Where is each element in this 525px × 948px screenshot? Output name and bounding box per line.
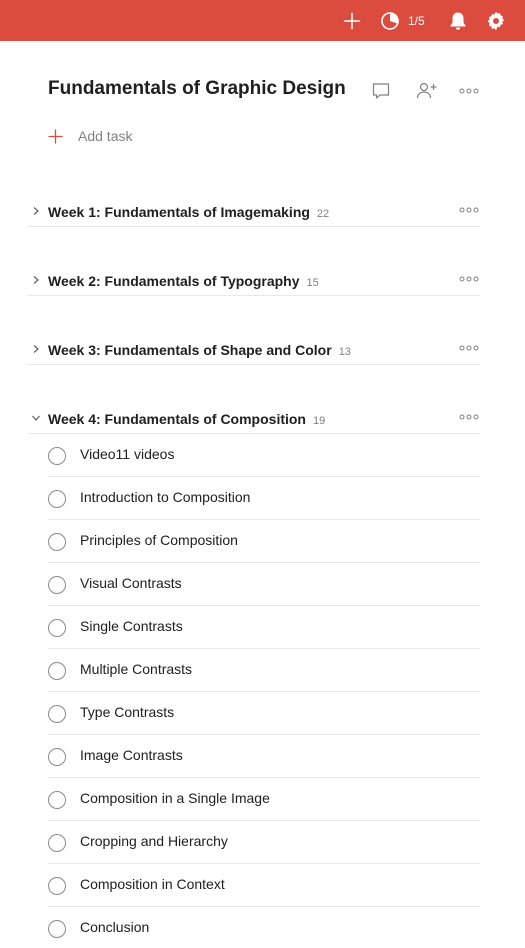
section-title: Week 1: Fundamentals of Imagemaking 22 xyxy=(48,204,330,220)
task-label: Composition in a Single Image xyxy=(80,790,270,806)
task-item[interactable]: Image Contrasts xyxy=(48,735,480,778)
plus-icon xyxy=(343,12,361,29)
comments-button[interactable] xyxy=(368,78,394,104)
task-list: Video11 videos Introduction to Compositi… xyxy=(48,434,480,948)
task-item[interactable]: Cropping and Hierarchy xyxy=(48,821,480,864)
add-person-icon xyxy=(416,82,437,99)
section-count: 22 xyxy=(316,208,330,220)
task-label: Composition in Context xyxy=(80,876,225,892)
project-more-button[interactable] xyxy=(456,78,482,104)
more-icon xyxy=(459,414,479,420)
section-more-button[interactable] xyxy=(458,409,480,425)
task-label: Conclusion xyxy=(80,919,150,935)
bell-icon xyxy=(450,12,466,30)
task-checkbox[interactable] xyxy=(48,576,66,594)
section-week-2: Week 2: Fundamentals of Typography 15 xyxy=(28,266,480,296)
task-checkbox[interactable] xyxy=(48,662,66,680)
task-label: Video11 videos xyxy=(80,446,175,462)
task-label: Multiple Contrasts xyxy=(80,661,193,677)
more-icon xyxy=(459,88,479,94)
page-title: Fundamentals of Graphic Design xyxy=(48,78,346,99)
chevron-right-icon xyxy=(33,276,39,284)
task-item[interactable]: Visual Contrasts xyxy=(48,563,480,606)
task-checkbox[interactable] xyxy=(48,748,66,766)
share-button[interactable] xyxy=(414,78,440,104)
comment-icon xyxy=(372,83,390,99)
section-title: Week 3: Fundamentals of Shape and Color 1… xyxy=(48,342,351,358)
section-more-button[interactable] xyxy=(458,340,480,356)
task-checkbox[interactable] xyxy=(48,619,66,637)
task-label: Cropping and Hierarchy xyxy=(80,833,228,849)
notifications-button[interactable] xyxy=(444,0,472,41)
add-task-button[interactable]: Add task xyxy=(48,124,132,148)
task-item[interactable]: Composition in Context xyxy=(48,864,480,907)
chevron-down-icon xyxy=(32,415,40,421)
section-more-button[interactable] xyxy=(458,271,480,287)
more-icon xyxy=(459,276,479,282)
section-week-1: Week 1: Fundamentals of Imagemaking 22 xyxy=(28,197,480,227)
gear-icon xyxy=(487,11,505,30)
section-toggle[interactable] xyxy=(28,410,44,426)
task-item[interactable]: Conclusion xyxy=(48,907,480,948)
task-label: Single Contrasts xyxy=(80,618,183,634)
task-checkbox[interactable] xyxy=(48,490,66,508)
chevron-right-icon xyxy=(33,207,39,215)
project-header: Fundamentals of Graphic Design xyxy=(48,74,480,106)
karma-progress: 1/5 xyxy=(408,13,425,28)
section-count: 15 xyxy=(306,277,319,289)
more-icon xyxy=(459,207,479,213)
section-title: Week 4: Fundamentals of Composition 19 xyxy=(48,411,326,427)
task-checkbox[interactable] xyxy=(48,791,66,809)
section-week-3: Week 3: Fundamentals of Shape and Color 1… xyxy=(28,335,480,365)
task-item[interactable]: Video11 videos xyxy=(48,434,480,477)
plus-icon xyxy=(48,128,63,144)
karma-icon xyxy=(381,11,399,30)
add-task-label: Add task xyxy=(78,128,133,144)
chevron-right-icon xyxy=(33,345,39,353)
task-item[interactable]: Introduction to Composition xyxy=(48,477,480,520)
top-bar: 1/5 xyxy=(0,0,525,41)
section-count: 19 xyxy=(313,415,326,427)
section-toggle[interactable] xyxy=(28,203,44,219)
productivity-button[interactable]: 1/5 xyxy=(380,0,436,41)
task-item[interactable]: Principles of Composition xyxy=(48,520,480,563)
task-item[interactable]: Single Contrasts xyxy=(48,606,480,649)
task-item[interactable]: Multiple Contrasts xyxy=(48,649,480,692)
section-toggle[interactable] xyxy=(28,341,44,357)
task-label: Image Contrasts xyxy=(80,747,183,763)
task-checkbox[interactable] xyxy=(48,533,66,551)
task-label: Type Contrasts xyxy=(80,704,175,720)
task-checkbox[interactable] xyxy=(48,920,66,938)
task-label: Visual Contrasts xyxy=(80,575,182,591)
more-icon xyxy=(459,345,479,351)
section-count: 13 xyxy=(338,346,351,358)
settings-button[interactable] xyxy=(482,0,510,41)
quick-add-button[interactable] xyxy=(338,0,366,41)
task-label: Introduction to Composition xyxy=(80,489,251,505)
task-checkbox[interactable] xyxy=(48,834,66,852)
section-more-button[interactable] xyxy=(458,202,480,218)
task-item[interactable]: Type Contrasts xyxy=(48,692,480,735)
task-checkbox[interactable] xyxy=(48,705,66,723)
task-item[interactable]: Composition in a Single Image xyxy=(48,778,480,821)
section-week-4: Week 4: Fundamentals of Composition 19 xyxy=(28,404,480,434)
task-label: Principles of Composition xyxy=(80,532,238,548)
section-title: Week 2: Fundamentals of Typography 15 xyxy=(48,273,319,289)
task-checkbox[interactable] xyxy=(48,447,66,465)
task-checkbox[interactable] xyxy=(48,877,66,895)
section-toggle[interactable] xyxy=(28,272,44,288)
